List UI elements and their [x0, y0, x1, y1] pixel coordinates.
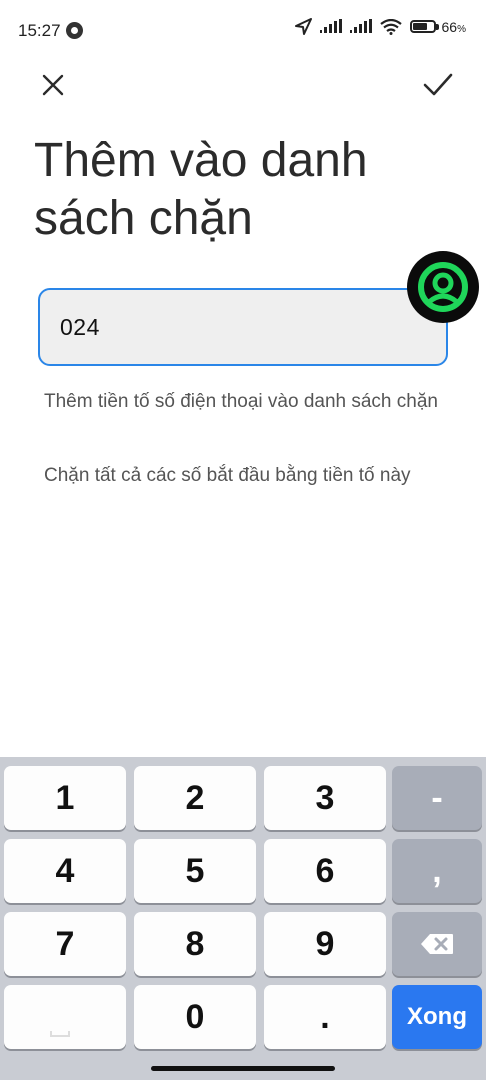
key-0[interactable]: 0	[134, 985, 256, 1049]
floating-assistant-button[interactable]	[407, 251, 479, 323]
option-add-prefix[interactable]: Thêm tiền tố số điện thoại vào danh sách…	[44, 389, 444, 415]
key-comma[interactable]: ,	[392, 839, 482, 903]
status-icons: 66%	[294, 18, 466, 35]
home-indicator[interactable]	[151, 1066, 335, 1071]
screen-record-icon	[66, 22, 83, 39]
key-minus[interactable]: -	[392, 766, 482, 830]
battery-icon: 66%	[409, 18, 466, 35]
key-5[interactable]: 5	[134, 839, 256, 903]
signal-icon-sim1	[319, 19, 342, 33]
status-bar: 15:27 66%	[0, 0, 486, 60]
check-icon	[423, 73, 453, 96]
key-4[interactable]: 4	[4, 839, 126, 903]
location-icon	[294, 18, 312, 35]
key-backspace[interactable]	[392, 912, 482, 976]
key-6[interactable]: 6	[264, 839, 386, 903]
prefix-input-value: 024	[60, 314, 100, 340]
confirm-button[interactable]	[418, 66, 458, 104]
backspace-icon	[421, 934, 453, 954]
key-2[interactable]: 2	[134, 766, 256, 830]
prefix-input[interactable]: 024	[38, 288, 448, 366]
key-3[interactable]: 3	[264, 766, 386, 830]
battery-level: 66	[441, 18, 458, 35]
key-8[interactable]: 8	[134, 912, 256, 976]
numeric-keyboard: 1 2 3 - 4 5 6 , 7 8 9 0 . Xong	[0, 757, 486, 1080]
person-icon	[418, 262, 468, 312]
key-9[interactable]: 9	[264, 912, 386, 976]
status-time: 15:27	[18, 21, 61, 40]
key-7[interactable]: 7	[4, 912, 126, 976]
close-icon	[42, 74, 64, 96]
key-space[interactable]	[4, 985, 126, 1049]
key-dot[interactable]: .	[264, 985, 386, 1049]
done-button[interactable]: Xong	[392, 985, 482, 1049]
battery-unit: %	[457, 23, 466, 35]
page-title: Thêm vào danh sách chặn	[34, 134, 368, 245]
key-1[interactable]: 1	[4, 766, 126, 830]
signal-icon-sim2	[349, 19, 372, 33]
option-block-prefix[interactable]: Chặn tất cả các số bắt đầu bằng tiền tố …	[44, 463, 444, 489]
close-button[interactable]	[34, 66, 72, 104]
wifi-icon	[379, 18, 402, 35]
